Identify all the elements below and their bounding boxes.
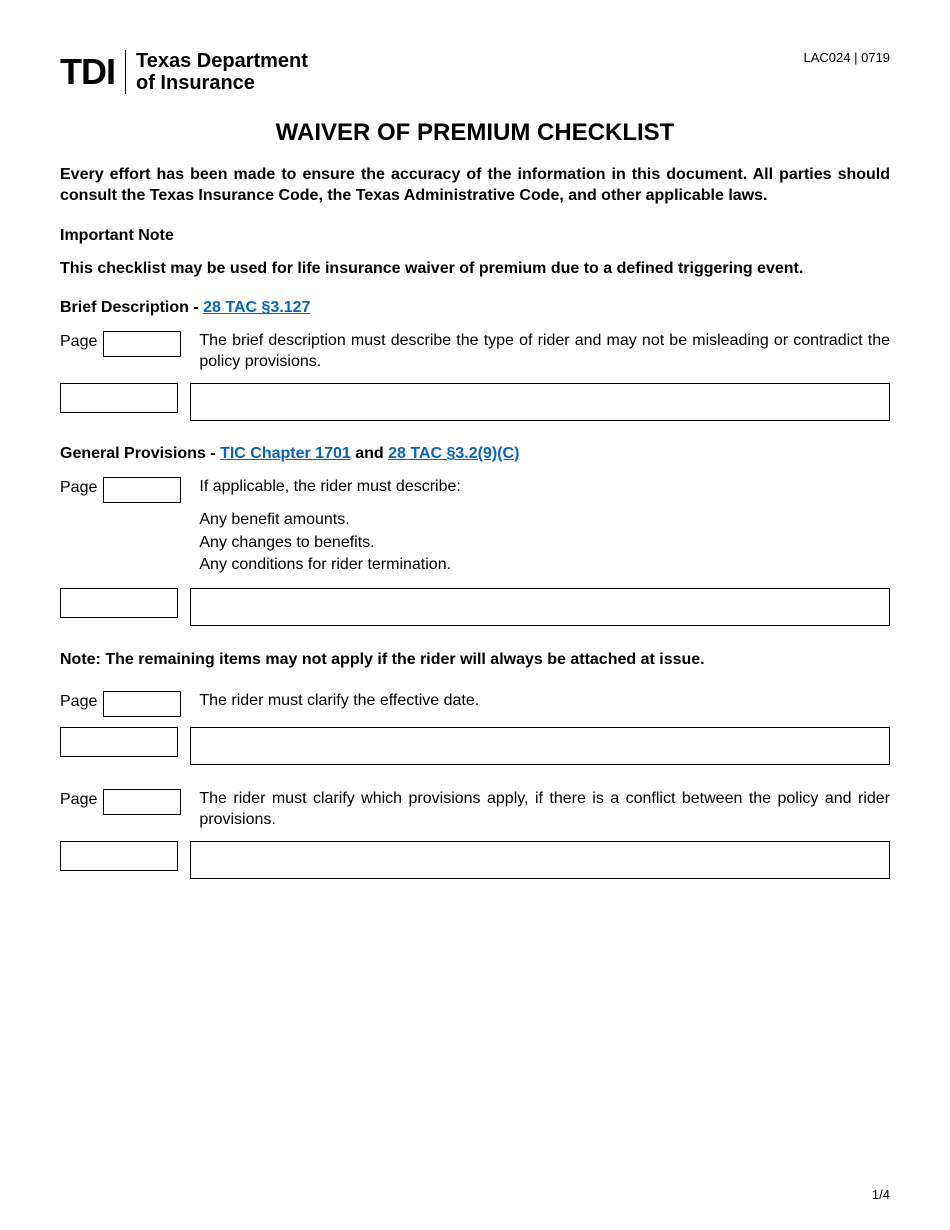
general-list-item: Any conditions for rider termination. [199,555,890,576]
section-general-provisions: General Provisions - TIC Chapter 1701 an… [60,445,890,626]
conflict-item-text: The rider must clarify which provisions … [199,789,890,831]
important-note-text: This checklist may be used for life insu… [60,259,890,280]
remaining-note: Note: The remaining items may not apply … [60,650,890,671]
effective-comment-large-input[interactable] [190,727,890,765]
general-item-row: Page If applicable, the rider must descr… [60,477,890,578]
brief-link[interactable]: 28 TAC §3.127 [203,299,310,316]
page-label: Page [60,789,97,809]
brief-comment-large-input[interactable] [190,383,890,421]
general-item-intro: If applicable, the rider must describe: [199,477,890,498]
section-brief-description: Brief Description - 28 TAC §3.127 Page T… [60,299,890,421]
logo-dept-name: Texas Department of Insurance [136,50,308,94]
page-number: 1/4 [872,1187,890,1202]
general-item-text: If applicable, the rider must describe: … [199,477,890,578]
brief-heading-prefix: Brief Description - [60,299,203,316]
conflict-item-row: Page The rider must clarify which provis… [60,789,890,831]
effective-item-row: Page The rider must clarify the effectiv… [60,691,890,717]
section-conflict: Page The rider must clarify which provis… [60,789,890,879]
general-list-item: Any changes to benefits. [199,533,890,554]
conflict-comment-row [60,841,890,879]
section-effective-date: Page The rider must clarify the effectiv… [60,691,890,765]
general-and: and [351,445,388,462]
logo-block: TDI Texas Department of Insurance [60,50,890,94]
important-note-label: Important Note [60,227,890,245]
general-page-input[interactable] [103,477,181,503]
document-id: LAC024 | 0719 [804,50,891,65]
general-list-item: Any benefit amounts. [199,510,890,531]
conflict-comment-large-input[interactable] [190,841,890,879]
logo-dept-line2: of Insurance [136,72,308,94]
page-label: Page [60,477,97,497]
general-comment-large-input[interactable] [190,588,890,626]
conflict-comment-small-input[interactable] [60,841,178,871]
brief-item-text: The brief description must describe the … [199,331,890,373]
page-title: WAIVER OF PREMIUM CHECKLIST [60,119,890,147]
general-link1[interactable]: TIC Chapter 1701 [220,445,351,462]
brief-comment-small-input[interactable] [60,383,178,413]
page-label: Page [60,331,97,351]
general-link2[interactable]: 28 TAC §3.2(9)(C) [388,445,519,462]
logo-abbrev: TDI [60,51,115,93]
brief-heading: Brief Description - 28 TAC §3.127 [60,299,890,317]
page-label: Page [60,691,97,711]
brief-item-row: Page The brief description must describe… [60,331,890,373]
effective-comment-small-input[interactable] [60,727,178,757]
general-comment-small-input[interactable] [60,588,178,618]
general-item-list: Any benefit amounts. Any changes to bene… [199,510,890,576]
general-heading-prefix: General Provisions - [60,445,220,462]
logo-dept-line1: Texas Department [136,50,308,72]
conflict-page-input[interactable] [103,789,181,815]
logo-divider [125,50,126,94]
brief-comment-row [60,383,890,421]
effective-page-input[interactable] [103,691,181,717]
effective-item-text: The rider must clarify the effective dat… [199,691,890,712]
effective-comment-row [60,727,890,765]
general-heading: General Provisions - TIC Chapter 1701 an… [60,445,890,463]
intro-paragraph: Every effort has been made to ensure the… [60,165,890,207]
brief-page-input[interactable] [103,331,181,357]
general-comment-row [60,588,890,626]
